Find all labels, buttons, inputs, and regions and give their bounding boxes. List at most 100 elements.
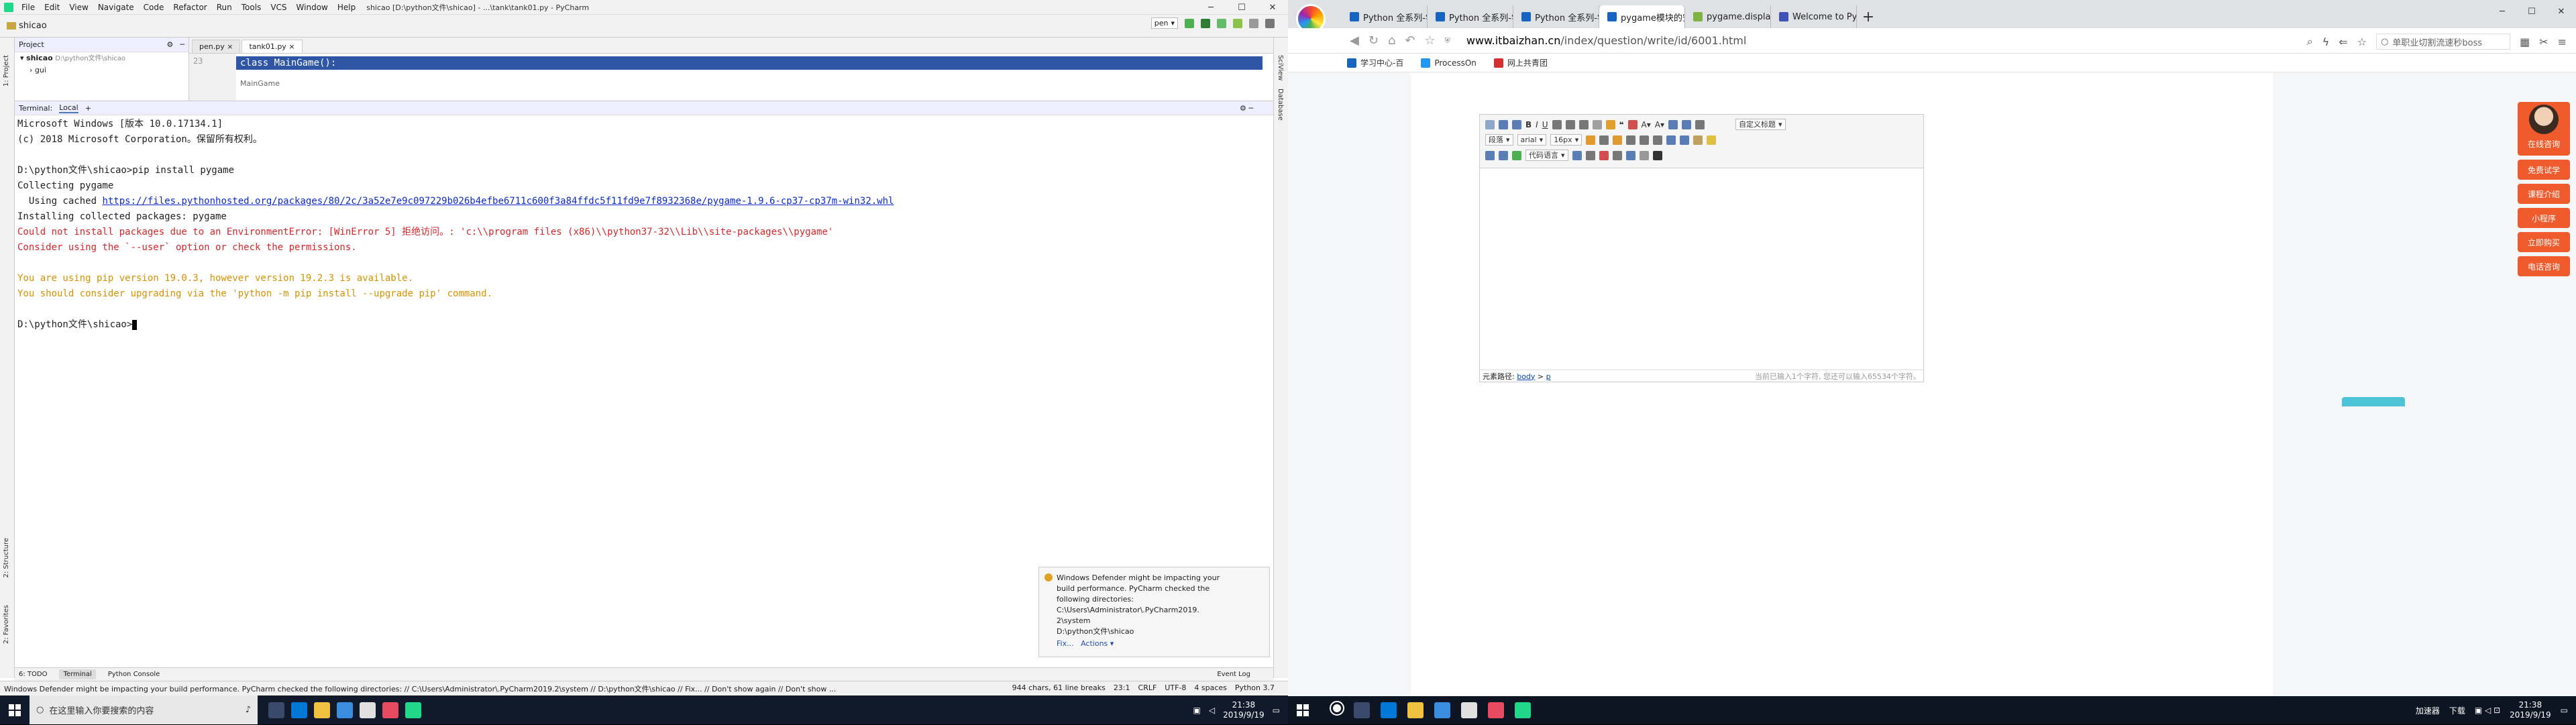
menu-item[interactable]: Refactor: [169, 3, 211, 12]
tools-icon[interactable]: ✂: [2539, 36, 2548, 48]
volume-icon[interactable]: ◁: [1209, 706, 1215, 715]
online-consult-card[interactable]: 在线咨询: [2518, 102, 2570, 156]
minimize-button[interactable]: ─: [1195, 0, 1226, 15]
status-item[interactable]: CRLF: [1138, 683, 1157, 692]
accelerator-label[interactable]: 加速器: [2416, 705, 2440, 716]
breadcrumb[interactable]: MainGame: [236, 79, 280, 88]
tab-pen-py[interactable]: pen.py ×: [192, 40, 241, 53]
gear-icon[interactable]: ⚙: [167, 40, 174, 49]
browser-tab[interactable]: pygame.display —×: [1685, 5, 1771, 28]
new-tab-button[interactable]: +: [1857, 5, 1880, 28]
side-tab-favorites[interactable]: 2: Favorites: [0, 601, 13, 648]
buy-now-button[interactable]: 立即购买: [2518, 232, 2570, 252]
redo-icon[interactable]: [1512, 119, 1521, 129]
search-icon[interactable]: [1265, 18, 1275, 28]
custom-title-select[interactable]: 自定义标题 ▾: [1735, 119, 1786, 130]
cortana-icon[interactable]: [1330, 701, 1344, 716]
bold-icon[interactable]: B: [1525, 120, 1532, 129]
link-icon[interactable]: [1666, 135, 1676, 145]
actions-link[interactable]: Actions ▾: [1081, 639, 1114, 648]
ordered-list-icon[interactable]: [1668, 119, 1678, 129]
zoom-icon[interactable]: ⌕: [2307, 35, 2313, 48]
task-view-icon[interactable]: [1354, 702, 1370, 718]
stop-icon[interactable]: [1249, 18, 1258, 28]
status-item[interactable]: UTF-8: [1165, 683, 1186, 692]
undo-icon[interactable]: ↶: [1405, 34, 1415, 48]
notifications-icon[interactable]: ▭: [1273, 706, 1280, 715]
path-body[interactable]: body: [1517, 372, 1535, 381]
grid-icon[interactable]: ▦: [2520, 36, 2530, 48]
url-field[interactable]: www.itbaizhan.cn/index/question/write/id…: [1466, 34, 1746, 47]
status-item[interactable]: 4 spaces: [1194, 683, 1227, 692]
mini-program-button[interactable]: 小程序: [2518, 208, 2570, 228]
phone-consult-button[interactable]: 电话咨询: [2518, 256, 2570, 276]
superscript-icon[interactable]: [1565, 119, 1575, 129]
collapse-icon[interactable]: ─: [180, 40, 184, 49]
align-left-icon[interactable]: [1613, 135, 1623, 145]
project-dropdown[interactable]: Project: [19, 40, 44, 49]
browser-tab[interactable]: pygame模块的安装×: [1599, 5, 1685, 28]
explorer-icon[interactable]: [1407, 702, 1424, 718]
side-tab-database[interactable]: Database: [1274, 85, 1287, 125]
status-item[interactable]: Python 3.7: [1235, 683, 1275, 692]
share-icon[interactable]: ⇐: [2339, 36, 2347, 48]
path-p[interactable]: p: [1546, 372, 1551, 381]
template-icon[interactable]: [1572, 150, 1582, 160]
print-icon[interactable]: [1652, 150, 1662, 160]
strikethrough-icon[interactable]: [1552, 119, 1562, 129]
star-icon[interactable]: ☆: [1424, 34, 1435, 48]
italic-icon[interactable]: I: [1536, 120, 1538, 129]
tab-terminal[interactable]: Terminal: [59, 669, 96, 679]
side-tab-structure[interactable]: 2: Structure: [0, 534, 13, 581]
align-right-icon[interactable]: [1640, 135, 1650, 145]
new-terminal-icon[interactable]: +: [85, 104, 91, 113]
font-select[interactable]: arial ▾: [1517, 134, 1547, 146]
menu-item[interactable]: Help: [333, 3, 360, 12]
hr-icon[interactable]: [1585, 150, 1595, 160]
size-select[interactable]: 16px ▾: [1550, 134, 1582, 146]
menu-item[interactable]: Code: [140, 3, 168, 12]
attachment-icon[interactable]: [1499, 150, 1508, 160]
edge-icon[interactable]: [291, 702, 307, 718]
home-icon[interactable]: ⌂: [1388, 34, 1395, 48]
html-icon[interactable]: [1485, 119, 1495, 129]
status-item[interactable]: 23:1: [1114, 683, 1130, 692]
bullet-list-icon[interactable]: [1682, 119, 1692, 129]
free-trial-button[interactable]: 免费试学: [2518, 160, 2570, 180]
anchor-icon[interactable]: [1680, 135, 1690, 145]
tab-todo[interactable]: 6: TODO: [19, 671, 47, 678]
menu-item[interactable]: Navigate: [94, 3, 138, 12]
underline-icon[interactable]: U: [1542, 120, 1548, 129]
package-link[interactable]: https://files.pythonhosted.org/packages/…: [102, 196, 894, 207]
event-log-button[interactable]: Event Log: [1217, 671, 1250, 678]
time-icon[interactable]: [1612, 150, 1622, 160]
run-icon[interactable]: [1185, 18, 1194, 28]
side-tab-project[interactable]: 1: Project: [0, 51, 13, 91]
menu-item[interactable]: Run: [213, 3, 236, 12]
code-language-select[interactable]: 代码语言 ▾: [1525, 150, 1568, 161]
favorite-icon[interactable]: ☆: [2357, 36, 2367, 48]
music-icon[interactable]: [1485, 150, 1495, 160]
justify-icon[interactable]: [1653, 135, 1663, 145]
minimize-button[interactable]: ─: [2487, 0, 2517, 23]
code-editor[interactable]: 23 class MainGame(): MainGame: [189, 54, 1273, 101]
maximize-button[interactable]: ☐: [2517, 0, 2546, 23]
paste-icon[interactable]: [1627, 119, 1638, 129]
code-line[interactable]: class MainGame():: [236, 56, 1263, 70]
search-replace-icon[interactable]: [1639, 150, 1649, 160]
status-item[interactable]: 944 chars, 61 line breaks: [1012, 683, 1106, 692]
tray-icons[interactable]: ▣ ◁ ⊡: [2475, 706, 2500, 715]
format-select[interactable]: 段落 ▾: [1485, 134, 1513, 146]
bookmark-item[interactable]: ProcessOn: [1421, 58, 1477, 68]
align-center-icon[interactable]: [1626, 135, 1636, 145]
refresh-icon[interactable]: ↻: [1368, 34, 1379, 48]
tree-item-gui[interactable]: › gui: [15, 64, 189, 76]
browser-tab[interactable]: Welcome to Pytho×: [1771, 5, 1857, 28]
lightning-icon[interactable]: ϟ: [2322, 36, 2330, 48]
bookmark-item[interactable]: 网上共青团: [1493, 57, 1548, 68]
coverage-icon[interactable]: [1217, 18, 1226, 28]
highlight-icon[interactable]: A▾: [1655, 120, 1664, 129]
taskbar-search[interactable]: ○ 在这里输入你要搜索的内容 ♪: [30, 695, 258, 724]
rtl-icon[interactable]: [1599, 135, 1609, 145]
tab-tank01-py[interactable]: tank01.py ×: [241, 40, 303, 53]
